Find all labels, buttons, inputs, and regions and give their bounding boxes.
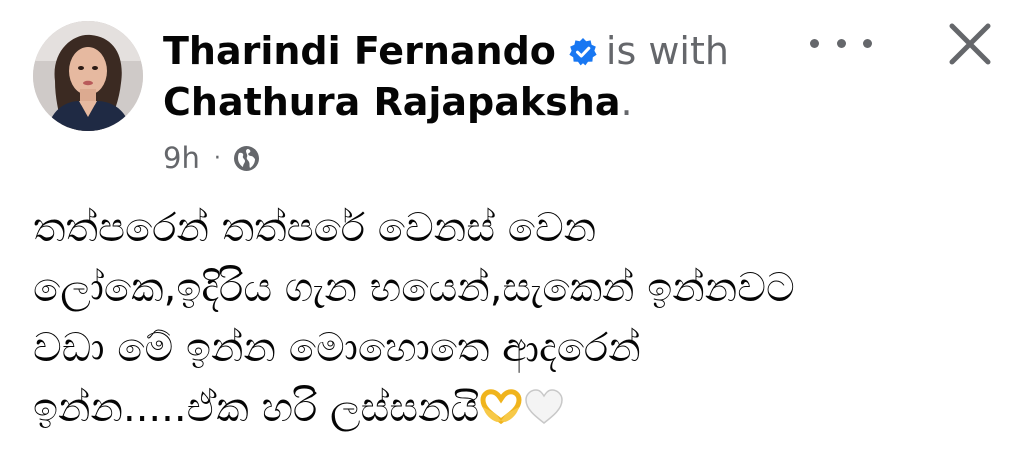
- author-avatar[interactable]: [33, 21, 143, 131]
- white-heart-emoji: [523, 384, 565, 444]
- post-line: ඉන්න.....ඒක හරි ලස්සනයි: [33, 385, 480, 431]
- post-line: වඩා මේ ඉන්න මොහොතෙ ආදරෙන්: [33, 325, 641, 371]
- post-line: ලෝකෙ,ඉදිරිය ගැන භයෙන්,සැකෙන් ඉන්නවට: [33, 265, 795, 311]
- globe-icon: [233, 145, 260, 172]
- avatar-photo: [33, 21, 143, 131]
- more-dot: [863, 38, 872, 48]
- close-button[interactable]: [944, 18, 996, 70]
- facebook-post: Tharindi Fernando is with Chathura Rajapak…: [0, 0, 1024, 451]
- is-with-label: is with: [605, 29, 729, 73]
- close-icon: [949, 23, 991, 65]
- header-period: .: [620, 80, 633, 124]
- post-meta: 9h ·: [163, 141, 260, 175]
- post-line: තත්පරෙන් තත්පරේ වෙනස් වෙන: [33, 205, 597, 251]
- meta-separator: ·: [213, 145, 221, 171]
- more-horizontal-icon: [810, 38, 819, 48]
- author-name[interactable]: Tharindi Fernando: [163, 29, 556, 73]
- heart-hands-emoji: [479, 384, 523, 444]
- post-body-text: තත්පරෙන් තත්පරේ වෙනස් වෙන ලෝකෙ,ඉදිරිය ගැ…: [33, 198, 993, 444]
- tagged-person-name[interactable]: Chathura Rajapaksha: [163, 80, 620, 124]
- verified-badge-icon: [568, 29, 598, 66]
- more-options-button[interactable]: [810, 26, 872, 60]
- post-header: Tharindi Fernando is with Chathura Rajapak…: [163, 26, 783, 128]
- post-timestamp[interactable]: 9h: [163, 141, 200, 175]
- more-dot: [836, 38, 846, 48]
